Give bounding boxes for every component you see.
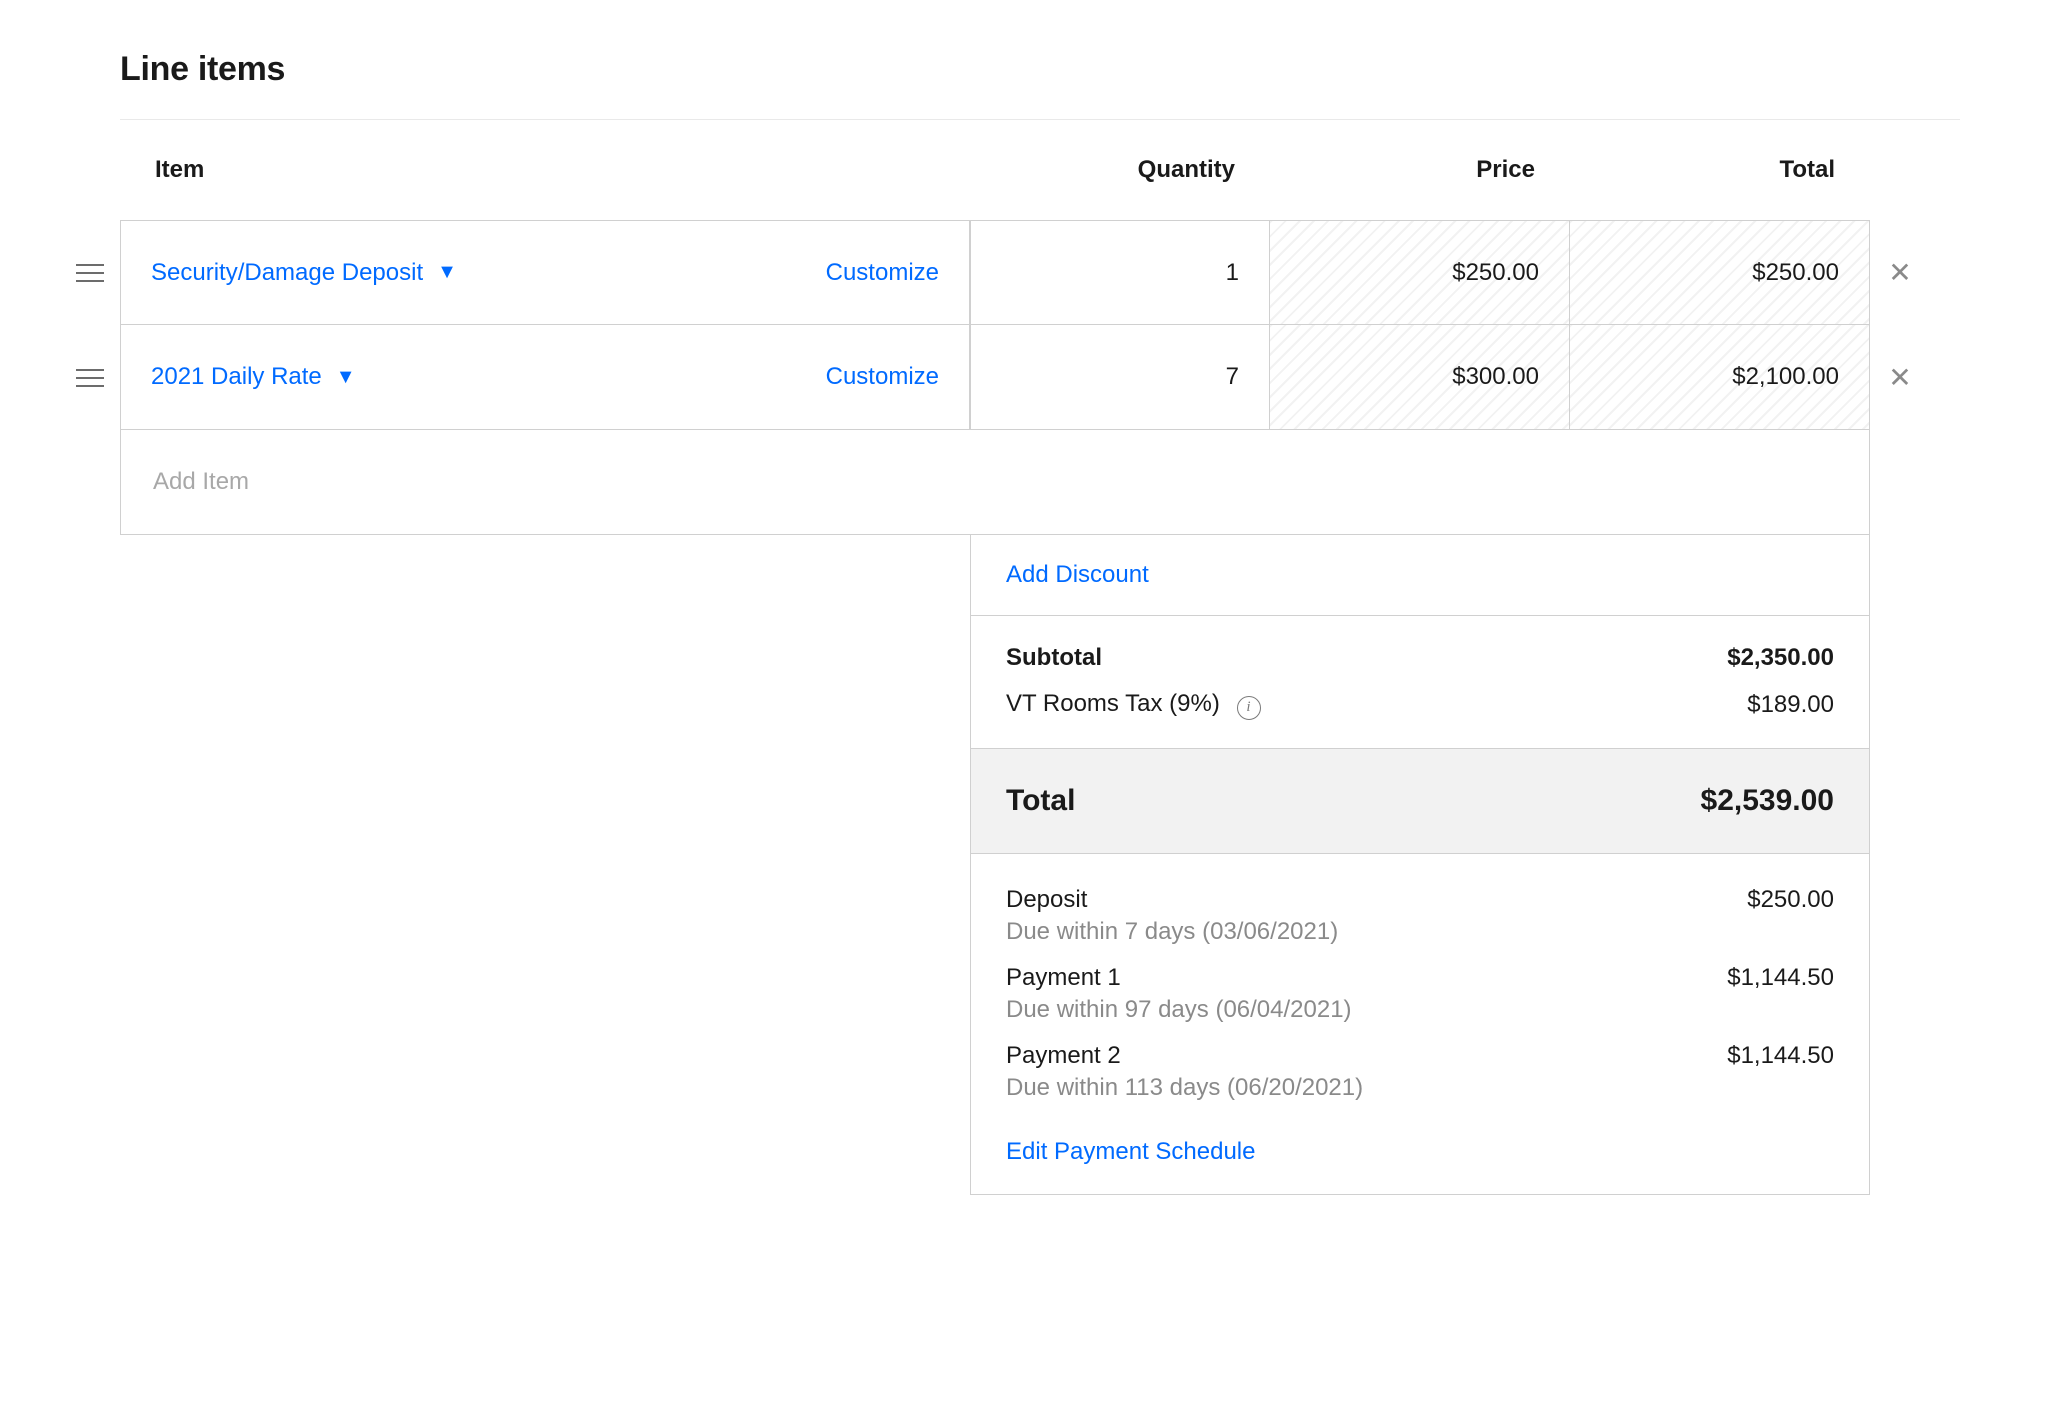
total-value: $2,539.00 — [1701, 784, 1834, 818]
payment-due: Due within 113 days (06/20/2021) — [1006, 1074, 1834, 1102]
payment-amount: $250.00 — [1747, 886, 1834, 914]
payment-amount: $1,144.50 — [1727, 964, 1834, 992]
drag-handle-icon — [76, 369, 104, 387]
customize-link[interactable]: Customize — [826, 363, 939, 391]
payment-title: Payment 1 — [1006, 964, 1121, 992]
line-total-cell: $2,100.00 — [1570, 325, 1870, 430]
payment-item: Deposit $250.00 Due within 7 days (03/06… — [1006, 886, 1834, 946]
line-items-table: Item Quantity Price Total Security/Damag… — [60, 120, 2000, 1195]
chevron-down-icon[interactable]: ▼ — [336, 366, 356, 389]
tax-value: $189.00 — [1747, 691, 1834, 719]
add-item-input[interactable] — [151, 467, 1839, 497]
payment-item: Payment 1 $1,144.50 Due within 97 days (… — [1006, 964, 1834, 1024]
subtotal-row: Subtotal $2,350.00 VT Rooms Tax (9%) i $… — [970, 616, 1870, 749]
payment-schedule: Deposit $250.00 Due within 7 days (03/06… — [970, 854, 1870, 1195]
payment-amount: $1,144.50 — [1727, 1042, 1834, 1070]
remove-row-button[interactable]: ✕ — [1888, 256, 1911, 289]
col-header-total: Total — [1570, 156, 1870, 184]
info-icon[interactable]: i — [1237, 696, 1261, 720]
close-icon: ✕ — [1888, 362, 1911, 393]
item-name-cell: 2021 Daily Rate ▼ Customize — [120, 325, 970, 430]
payment-due: Due within 7 days (03/06/2021) — [1006, 918, 1834, 946]
subtotal-label: Subtotal — [1006, 644, 1102, 672]
payment-title: Payment 2 — [1006, 1042, 1121, 1070]
line-total-cell: $250.00 — [1570, 220, 1870, 325]
payment-title: Deposit — [1006, 886, 1087, 914]
add-discount-link[interactable]: Add Discount — [1006, 561, 1149, 588]
drag-handle[interactable] — [60, 325, 120, 430]
total-label: Total — [1006, 784, 1075, 818]
tax-label: VT Rooms Tax (9%) — [1006, 690, 1220, 717]
total-row: Total $2,539.00 — [970, 749, 1870, 854]
payment-item: Payment 2 $1,144.50 Due within 113 days … — [1006, 1042, 1834, 1102]
add-discount-row: Add Discount — [970, 535, 1870, 616]
subtotal-value: $2,350.00 — [1727, 644, 1834, 672]
col-header-item: Item — [120, 156, 970, 184]
col-header-quantity: Quantity — [970, 156, 1270, 184]
remove-row-button[interactable]: ✕ — [1888, 361, 1911, 394]
item-name-link[interactable]: Security/Damage Deposit — [151, 259, 423, 287]
table-header-row: Item Quantity Price Total — [60, 120, 2000, 220]
add-item-row — [60, 430, 2000, 535]
drag-handle[interactable] — [60, 220, 120, 325]
summary-panel: Add Discount Subtotal $2,350.00 VT Rooms… — [60, 535, 2000, 1195]
table-row: 2021 Daily Rate ▼ Customize 7 $300.00 $2… — [60, 325, 2000, 430]
chevron-down-icon[interactable]: ▼ — [437, 261, 457, 284]
col-header-price: Price — [1270, 156, 1570, 184]
drag-handle-icon — [76, 264, 104, 282]
payment-due: Due within 97 days (06/04/2021) — [1006, 996, 1834, 1024]
quantity-cell[interactable]: 7 — [970, 325, 1270, 430]
section-title: Line items — [120, 50, 2008, 89]
quantity-cell[interactable]: 1 — [970, 220, 1270, 325]
close-icon: ✕ — [1888, 257, 1911, 288]
item-name-cell: Security/Damage Deposit ▼ Customize — [120, 220, 970, 325]
price-cell: $300.00 — [1270, 325, 1570, 430]
price-cell: $250.00 — [1270, 220, 1570, 325]
table-row: Security/Damage Deposit ▼ Customize 1 $2… — [60, 220, 2000, 325]
edit-payment-schedule-link[interactable]: Edit Payment Schedule — [1006, 1138, 1255, 1166]
customize-link[interactable]: Customize — [826, 259, 939, 287]
item-name-link[interactable]: 2021 Daily Rate — [151, 363, 322, 391]
tax-label-wrap: VT Rooms Tax (9%) i — [1006, 690, 1261, 720]
